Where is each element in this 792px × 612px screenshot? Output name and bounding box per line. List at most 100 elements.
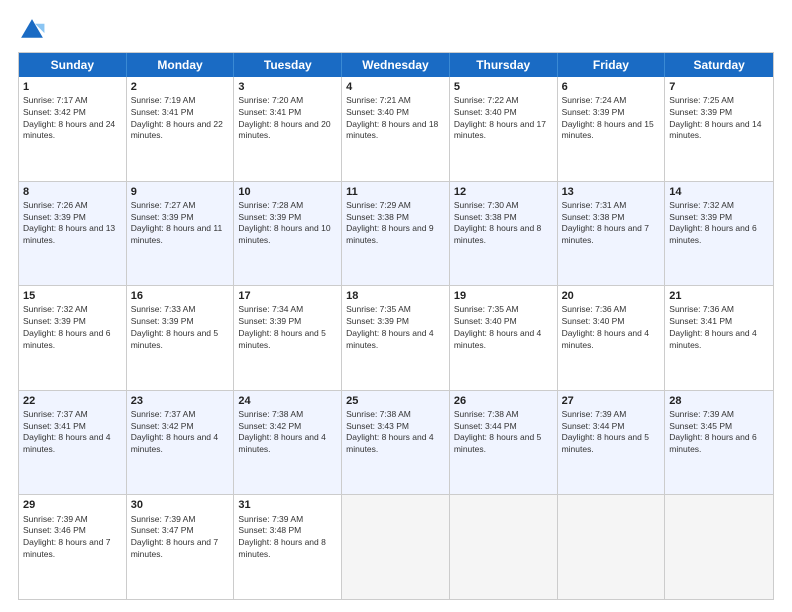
cell-info: Sunrise: 7:35 AM Sunset: 3:40 PM Dayligh… bbox=[454, 304, 541, 349]
day-number: 1 bbox=[23, 80, 122, 94]
day-number: 14 bbox=[669, 185, 769, 199]
day-number: 7 bbox=[669, 80, 769, 94]
cal-header-friday: Friday bbox=[558, 53, 666, 77]
cal-row-1: 8Sunrise: 7:26 AM Sunset: 3:39 PM Daylig… bbox=[19, 182, 773, 287]
cal-header-sunday: Sunday bbox=[19, 53, 127, 77]
cal-cell: 15Sunrise: 7:32 AM Sunset: 3:39 PM Dayli… bbox=[19, 286, 127, 390]
day-number: 17 bbox=[238, 289, 337, 303]
cal-cell: 30 Sunrise: 7:39 AM Sunset: 3:47 PM Dayli… bbox=[127, 495, 235, 599]
cal-cell: 5Sunrise: 7:22 AM Sunset: 3:40 PM Daylig… bbox=[450, 77, 558, 181]
day-number: 15 bbox=[23, 289, 122, 303]
cal-cell: 12Sunrise: 7:30 AM Sunset: 3:38 PM Dayli… bbox=[450, 182, 558, 286]
cal-cell bbox=[342, 495, 450, 599]
day-number: 26 bbox=[454, 394, 553, 408]
cal-cell bbox=[558, 495, 666, 599]
day-number: 5 bbox=[454, 80, 553, 94]
calendar-body: 1Sunrise: 7:17 AM Sunset: 3:42 PM Daylig… bbox=[19, 77, 773, 599]
cell-info: Sunrise: 7:32 AM Sunset: 3:39 PM Dayligh… bbox=[23, 304, 110, 349]
cell-info: Sunrise: 7:22 AM Sunset: 3:40 PM Dayligh… bbox=[454, 95, 546, 140]
day-number: 30 bbox=[131, 498, 230, 512]
logo-icon bbox=[18, 16, 46, 44]
cal-cell: 16Sunrise: 7:33 AM Sunset: 3:39 PM Dayli… bbox=[127, 286, 235, 390]
cell-info: Sunrise: 7:39 AM Sunset: 3:47 PM Dayligh… bbox=[131, 514, 218, 559]
cal-cell: 11Sunrise: 7:29 AM Sunset: 3:38 PM Dayli… bbox=[342, 182, 450, 286]
cal-cell: 4Sunrise: 7:21 AM Sunset: 3:40 PM Daylig… bbox=[342, 77, 450, 181]
cal-cell: 20Sunrise: 7:36 AM Sunset: 3:40 PM Dayli… bbox=[558, 286, 666, 390]
header bbox=[18, 16, 774, 44]
cal-cell: 26Sunrise: 7:38 AM Sunset: 3:44 PM Dayli… bbox=[450, 391, 558, 495]
cal-cell: 18Sunrise: 7:35 AM Sunset: 3:39 PM Dayli… bbox=[342, 286, 450, 390]
cal-cell: 23Sunrise: 7:37 AM Sunset: 3:42 PM Dayli… bbox=[127, 391, 235, 495]
cell-info: Sunrise: 7:39 AM Sunset: 3:44 PM Dayligh… bbox=[562, 409, 649, 454]
cal-cell: 10Sunrise: 7:28 AM Sunset: 3:39 PM Dayli… bbox=[234, 182, 342, 286]
calendar: SundayMondayTuesdayWednesdayThursdayFrid… bbox=[18, 52, 774, 600]
cell-info: Sunrise: 7:39 AM Sunset: 3:45 PM Dayligh… bbox=[669, 409, 756, 454]
day-number: 18 bbox=[346, 289, 445, 303]
day-number: 29 bbox=[23, 498, 122, 512]
cal-cell: 19Sunrise: 7:35 AM Sunset: 3:40 PM Dayli… bbox=[450, 286, 558, 390]
cal-cell bbox=[450, 495, 558, 599]
cell-info: Sunrise: 7:37 AM Sunset: 3:42 PM Dayligh… bbox=[131, 409, 218, 454]
cell-info: Sunrise: 7:37 AM Sunset: 3:41 PM Dayligh… bbox=[23, 409, 110, 454]
cell-info: Sunrise: 7:30 AM Sunset: 3:38 PM Dayligh… bbox=[454, 200, 541, 245]
cell-info: Sunrise: 7:34 AM Sunset: 3:39 PM Dayligh… bbox=[238, 304, 325, 349]
cal-header-wednesday: Wednesday bbox=[342, 53, 450, 77]
cal-cell: 6Sunrise: 7:24 AM Sunset: 3:39 PM Daylig… bbox=[558, 77, 666, 181]
cal-cell: 3Sunrise: 7:20 AM Sunset: 3:41 PM Daylig… bbox=[234, 77, 342, 181]
cal-cell: 22Sunrise: 7:37 AM Sunset: 3:41 PM Dayli… bbox=[19, 391, 127, 495]
day-number: 23 bbox=[131, 394, 230, 408]
cal-cell: 7Sunrise: 7:25 AM Sunset: 3:39 PM Daylig… bbox=[665, 77, 773, 181]
day-number: 28 bbox=[669, 394, 769, 408]
calendar-header-row: SundayMondayTuesdayWednesdayThursdayFrid… bbox=[19, 53, 773, 77]
cal-header-monday: Monday bbox=[127, 53, 235, 77]
day-number: 16 bbox=[131, 289, 230, 303]
cell-info: Sunrise: 7:29 AM Sunset: 3:38 PM Dayligh… bbox=[346, 200, 433, 245]
cal-cell bbox=[665, 495, 773, 599]
cell-info: Sunrise: 7:38 AM Sunset: 3:42 PM Dayligh… bbox=[238, 409, 325, 454]
cal-header-thursday: Thursday bbox=[450, 53, 558, 77]
cell-info: Sunrise: 7:20 AM Sunset: 3:41 PM Dayligh… bbox=[238, 95, 330, 140]
day-number: 20 bbox=[562, 289, 661, 303]
cal-row-4: 29Sunrise: 7:39 AM Sunset: 3:46 PM Dayli… bbox=[19, 495, 773, 599]
cal-cell: 29Sunrise: 7:39 AM Sunset: 3:46 PM Dayli… bbox=[19, 495, 127, 599]
cal-header-saturday: Saturday bbox=[665, 53, 773, 77]
cal-cell: 27Sunrise: 7:39 AM Sunset: 3:44 PM Dayli… bbox=[558, 391, 666, 495]
cell-info: Sunrise: 7:39 AM Sunset: 3:48 PM Dayligh… bbox=[238, 514, 325, 559]
cell-info: Sunrise: 7:36 AM Sunset: 3:41 PM Dayligh… bbox=[669, 304, 756, 349]
day-number: 25 bbox=[346, 394, 445, 408]
day-number: 8 bbox=[23, 185, 122, 199]
day-number: 9 bbox=[131, 185, 230, 199]
cell-info: Sunrise: 7:33 AM Sunset: 3:39 PM Dayligh… bbox=[131, 304, 218, 349]
cell-info: Sunrise: 7:25 AM Sunset: 3:39 PM Dayligh… bbox=[669, 95, 761, 140]
day-number: 24 bbox=[238, 394, 337, 408]
cal-cell: 8Sunrise: 7:26 AM Sunset: 3:39 PM Daylig… bbox=[19, 182, 127, 286]
cell-info: Sunrise: 7:26 AM Sunset: 3:39 PM Dayligh… bbox=[23, 200, 115, 245]
cell-info: Sunrise: 7:19 AM Sunset: 3:41 PM Dayligh… bbox=[131, 95, 223, 140]
cal-cell: 2Sunrise: 7:19 AM Sunset: 3:41 PM Daylig… bbox=[127, 77, 235, 181]
cal-cell: 24Sunrise: 7:38 AM Sunset: 3:42 PM Dayli… bbox=[234, 391, 342, 495]
page: SundayMondayTuesdayWednesdayThursdayFrid… bbox=[0, 0, 792, 612]
day-number: 13 bbox=[562, 185, 661, 199]
day-number: 19 bbox=[454, 289, 553, 303]
day-number: 11 bbox=[346, 185, 445, 199]
cal-cell: 31 Sunrise: 7:39 AM Sunset: 3:48 PM Dayli… bbox=[234, 495, 342, 599]
cell-info: Sunrise: 7:38 AM Sunset: 3:44 PM Dayligh… bbox=[454, 409, 541, 454]
cal-row-2: 15Sunrise: 7:32 AM Sunset: 3:39 PM Dayli… bbox=[19, 286, 773, 391]
cell-info: Sunrise: 7:27 AM Sunset: 3:39 PM Dayligh… bbox=[131, 200, 223, 245]
cell-info: Sunrise: 7:24 AM Sunset: 3:39 PM Dayligh… bbox=[562, 95, 654, 140]
day-number: 4 bbox=[346, 80, 445, 94]
cell-info: Sunrise: 7:28 AM Sunset: 3:39 PM Dayligh… bbox=[238, 200, 330, 245]
day-number: 6 bbox=[562, 80, 661, 94]
cal-cell: 13Sunrise: 7:31 AM Sunset: 3:38 PM Dayli… bbox=[558, 182, 666, 286]
cal-cell: 9Sunrise: 7:27 AM Sunset: 3:39 PM Daylig… bbox=[127, 182, 235, 286]
cell-info: Sunrise: 7:21 AM Sunset: 3:40 PM Dayligh… bbox=[346, 95, 438, 140]
cal-cell: 14Sunrise: 7:32 AM Sunset: 3:39 PM Dayli… bbox=[665, 182, 773, 286]
cal-cell: 21Sunrise: 7:36 AM Sunset: 3:41 PM Dayli… bbox=[665, 286, 773, 390]
day-number: 12 bbox=[454, 185, 553, 199]
day-number: 22 bbox=[23, 394, 122, 408]
cal-row-3: 22Sunrise: 7:37 AM Sunset: 3:41 PM Dayli… bbox=[19, 391, 773, 496]
cal-cell: 1Sunrise: 7:17 AM Sunset: 3:42 PM Daylig… bbox=[19, 77, 127, 181]
cell-info: Sunrise: 7:32 AM Sunset: 3:39 PM Dayligh… bbox=[669, 200, 756, 245]
day-number: 31 bbox=[238, 498, 337, 512]
cell-info: Sunrise: 7:35 AM Sunset: 3:39 PM Dayligh… bbox=[346, 304, 433, 349]
